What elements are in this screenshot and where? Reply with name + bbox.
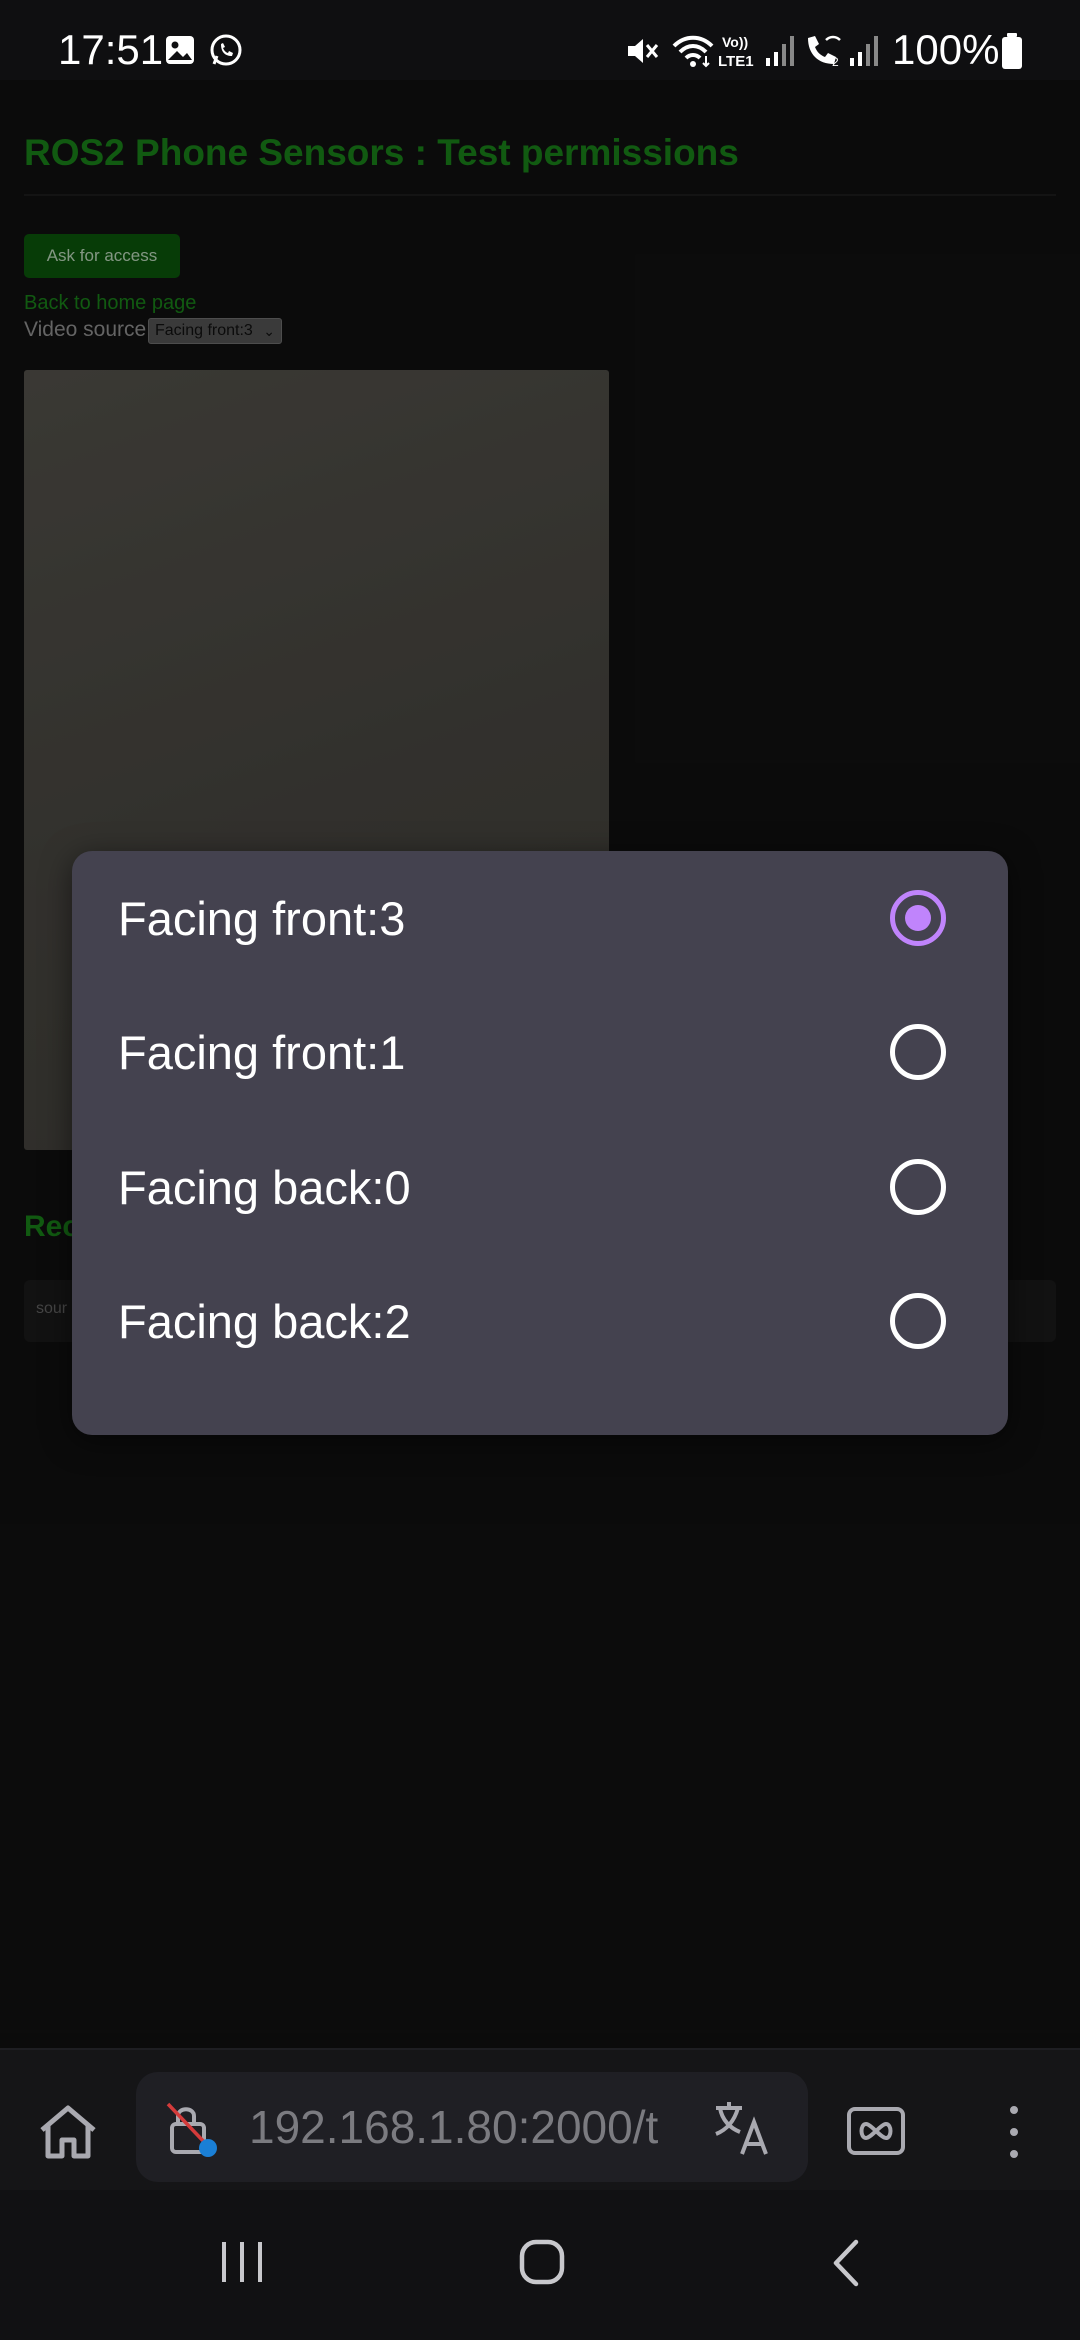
whatsapp-icon — [210, 34, 242, 66]
signal-2-icon — [850, 36, 878, 66]
home-nav-icon[interactable] — [518, 2238, 566, 2286]
option-facing-front-1[interactable]: Facing front:1 — [72, 985, 1008, 1119]
option-label: Facing back:2 — [118, 1294, 411, 1348]
option-label: Facing front:1 — [118, 1025, 406, 1079]
signal-icon — [766, 36, 794, 66]
tabs-icon[interactable] — [846, 2106, 906, 2156]
radio-selected-icon[interactable] — [890, 890, 946, 946]
translate-icon[interactable] — [712, 2098, 774, 2158]
radio-unselected-icon[interactable] — [890, 1293, 946, 1349]
gallery-icon — [166, 36, 194, 64]
home-icon[interactable] — [36, 2102, 100, 2162]
option-facing-back-0[interactable]: Facing back:0 — [72, 1120, 1008, 1254]
wifi-calling-icon: 2 — [808, 35, 841, 69]
status-time: 17:51 — [58, 26, 164, 73]
option-label: Facing back:0 — [118, 1160, 411, 1214]
mute-icon — [628, 39, 659, 63]
battery-percent: 100% — [892, 26, 1000, 73]
more-icon[interactable] — [1004, 2102, 1024, 2162]
option-label: Facing front:3 — [118, 891, 406, 945]
option-facing-back-2[interactable]: Facing back:2 — [72, 1254, 1008, 1388]
svg-text:Vo)): Vo)) — [722, 34, 748, 50]
system-nav-bar — [0, 2190, 1080, 2340]
status-bar: 17:51 Vo)) LTE1 2 100% — [0, 0, 1080, 80]
recents-icon[interactable] — [218, 2240, 266, 2284]
option-facing-front-3[interactable]: Facing front:3 — [72, 851, 1008, 985]
insecure-lock-icon[interactable] — [166, 2100, 226, 2160]
back-icon[interactable] — [830, 2238, 860, 2288]
radio-unselected-icon[interactable] — [890, 1159, 946, 1215]
wifi-icon — [672, 35, 714, 68]
video-source-dialog: Facing front:3 Facing front:1 Facing bac… — [72, 851, 1008, 1435]
svg-text:LTE1: LTE1 — [718, 53, 754, 70]
browser-toolbar: 192.168.1.80:2000/t — [0, 2048, 1080, 2190]
url-text: 192.168.1.80:2000/t — [249, 2101, 659, 2153]
radio-unselected-icon[interactable] — [890, 1024, 946, 1080]
svg-text:2: 2 — [832, 55, 839, 69]
url-bar[interactable]: 192.168.1.80:2000/t — [136, 2072, 808, 2182]
volte-icon: Vo)) LTE1 — [718, 34, 754, 70]
battery-icon — [1002, 33, 1022, 69]
